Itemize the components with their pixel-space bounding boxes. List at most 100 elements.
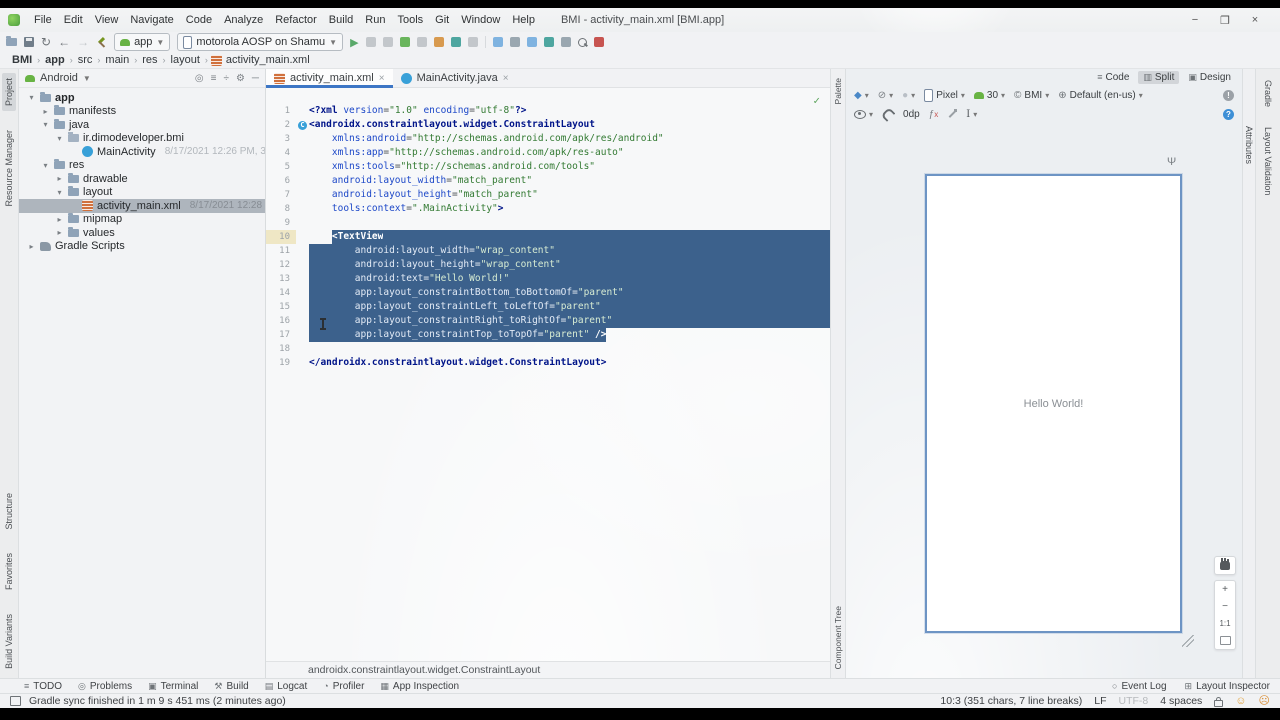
line-ending[interactable]: LF xyxy=(1094,695,1106,707)
zoom-in-button[interactable]: + xyxy=(1215,581,1235,598)
sdk-manager-icon[interactable] xyxy=(510,37,520,47)
sidebar-item-resource-manager[interactable]: Resource Manager xyxy=(2,125,16,212)
feedback-happy-icon[interactable]: ☺ xyxy=(1235,696,1246,706)
expand-all-icon[interactable]: ≡ xyxy=(211,73,217,84)
guidelines-select[interactable]: I▾ xyxy=(966,109,977,120)
debug-icon[interactable] xyxy=(400,37,410,47)
gradle-sync-icon[interactable] xyxy=(451,37,461,47)
pan-button[interactable] xyxy=(1215,557,1235,574)
profile-icon[interactable] xyxy=(434,37,444,47)
design-surface-select[interactable]: ◆▾ xyxy=(854,90,869,101)
device-select[interactable]: motorola AOSP on Shamu ▼ xyxy=(177,33,343,51)
help-badge[interactable]: ? xyxy=(1223,109,1234,120)
search-everywhere-icon[interactable] xyxy=(578,38,587,47)
attach-debugger-icon[interactable] xyxy=(417,37,427,47)
menu-refactor[interactable]: Refactor xyxy=(269,14,323,26)
save-all-icon[interactable] xyxy=(24,37,34,47)
menu-edit[interactable]: Edit xyxy=(58,14,89,26)
toolwindow-logcat[interactable]: ▤Logcat xyxy=(265,681,308,692)
device-preview[interactable]: Hello World! xyxy=(925,174,1182,633)
more-tool-windows-icon[interactable] xyxy=(561,37,571,47)
mode-code[interactable]: ≡Code xyxy=(1092,71,1134,84)
autoconnect-magnet-icon[interactable] xyxy=(881,107,896,122)
toolwindow-problems[interactable]: ◎Problems xyxy=(78,681,132,692)
default-margins-button[interactable]: 0dp xyxy=(903,109,920,120)
toolwindow-todo[interactable]: ≡TODO xyxy=(24,681,62,692)
forward-icon[interactable]: → xyxy=(77,36,89,48)
tree-item-mipmap[interactable]: ▸mipmap xyxy=(19,213,265,227)
hide-panel-icon[interactable]: ─ xyxy=(252,73,259,84)
run-button[interactable]: ▶ xyxy=(350,36,358,49)
apply-code-changes-icon[interactable] xyxy=(383,37,393,47)
open-icon[interactable] xyxy=(6,38,17,46)
tree-item-drawable[interactable]: ▸drawable xyxy=(19,172,265,186)
tree-item-ir-dimodeveloper-bmi[interactable]: ▾ir.dimodeveloper.bmi xyxy=(19,132,265,146)
sidebar-item-build-variants[interactable]: Build Variants xyxy=(2,609,16,674)
close-icon[interactable]: × xyxy=(503,73,509,84)
breadcrumb-item-res[interactable]: res xyxy=(140,54,159,66)
tab-mainactivity-java[interactable]: MainActivity.java× xyxy=(393,69,517,87)
caret-position[interactable]: 10:3 (351 chars, 7 line breaks) xyxy=(940,695,1082,707)
issue-badge[interactable]: ! xyxy=(1223,90,1234,101)
menu-git[interactable]: Git xyxy=(429,14,455,26)
sync-project-icon[interactable] xyxy=(527,37,537,47)
device-for-preview-select[interactable]: Pixel▾ xyxy=(924,89,965,102)
lock-icon[interactable] xyxy=(1214,700,1223,707)
sidebar-item-layout-validation[interactable]: Layout Validation xyxy=(1261,122,1275,200)
sync-icon[interactable]: ↻ xyxy=(41,36,51,48)
close-button[interactable]: × xyxy=(1240,14,1270,26)
breadcrumb-item-bmi[interactable]: BMI xyxy=(10,54,34,66)
menu-run[interactable]: Run xyxy=(359,14,391,26)
mode-design[interactable]: ▣Design xyxy=(1183,71,1236,84)
sidebar-item-structure[interactable]: Structure xyxy=(2,488,16,535)
toolwindow-event-log[interactable]: ○Event Log xyxy=(1112,681,1166,692)
tab-palette[interactable]: Palette xyxy=(831,73,845,109)
layout-inspector-icon[interactable] xyxy=(544,37,554,47)
orientation-select[interactable]: ⊘▾ xyxy=(878,90,893,101)
menu-file[interactable]: File xyxy=(28,14,58,26)
close-icon[interactable]: × xyxy=(379,73,385,84)
zoom-out-button[interactable]: − xyxy=(1215,598,1235,615)
tab-component-tree[interactable]: Component Tree xyxy=(831,601,845,674)
indent-setting[interactable]: 4 spaces xyxy=(1160,695,1202,707)
zoom-actual-button[interactable]: 1:1 xyxy=(1215,615,1235,632)
tab-attributes[interactable]: Attributes xyxy=(1242,121,1256,169)
menu-code[interactable]: Code xyxy=(180,14,218,26)
night-mode-select[interactable]: ●▾ xyxy=(902,90,915,101)
tree-item-manifests[interactable]: ▸manifests xyxy=(19,105,265,119)
preview-textview[interactable]: Hello World! xyxy=(1024,398,1084,410)
restore-button[interactable]: ❐ xyxy=(1210,14,1240,27)
gear-icon[interactable]: ⚙ xyxy=(236,73,245,84)
profile-app-icon[interactable] xyxy=(594,37,604,47)
menu-window[interactable]: Window xyxy=(455,14,506,26)
toolwindow-terminal[interactable]: ▣Terminal xyxy=(148,681,198,692)
back-icon[interactable]: ← xyxy=(58,36,70,48)
tree-item-mainactivity[interactable]: MainActivity8/17/2021 12:26 PM, 333 B A … xyxy=(19,145,265,159)
locate-file-icon[interactable]: ◎ xyxy=(195,73,204,84)
apply-changes-icon[interactable] xyxy=(366,37,376,47)
sidebar-item-favorites[interactable]: Favorites xyxy=(2,548,16,595)
editor-breadcrumb[interactable]: androidx.constraintlayout.widget.Constra… xyxy=(266,661,830,678)
tree-item-activity-main-xml[interactable]: activity_main.xml8/17/2021 12:28 PM, 784… xyxy=(19,199,265,213)
device-manager-icon[interactable] xyxy=(493,37,503,47)
infer-constraints-icon[interactable] xyxy=(947,109,957,119)
breadcrumb-item-layout[interactable]: layout xyxy=(169,54,202,66)
mode-split[interactable]: ▥Split xyxy=(1138,71,1179,84)
api-version-select[interactable]: 30▾ xyxy=(974,90,1005,101)
menu-navigate[interactable]: Navigate xyxy=(124,14,179,26)
tree-item-app[interactable]: ▾app xyxy=(19,91,265,105)
toolwindow-profiler[interactable]: ◔Profiler xyxy=(323,681,364,692)
sidebar-item-gradle[interactable]: Gradle xyxy=(1261,75,1275,112)
collapse-all-icon[interactable]: ÷ xyxy=(223,73,229,84)
sidebar-item-project[interactable]: Project xyxy=(2,73,16,111)
breadcrumb-item-src[interactable]: src xyxy=(76,54,95,66)
breadcrumb-item-app[interactable]: app xyxy=(43,54,67,66)
breadcrumb-item-main[interactable]: main xyxy=(103,54,131,66)
code-editor[interactable]: ✓ 1<?xml version="1.0" encoding="utf-8"?… xyxy=(266,88,830,661)
project-view-select[interactable]: Android xyxy=(40,72,78,84)
tree-item-java[interactable]: ▾java xyxy=(19,118,265,132)
run-config-select[interactable]: app ▼ xyxy=(114,33,170,51)
breadcrumb-item-activity-main-xml[interactable]: activity_main.xml xyxy=(224,54,312,66)
toolwindow-build[interactable]: ⚒Build xyxy=(214,681,248,692)
background-tasks-icon[interactable] xyxy=(10,696,21,706)
